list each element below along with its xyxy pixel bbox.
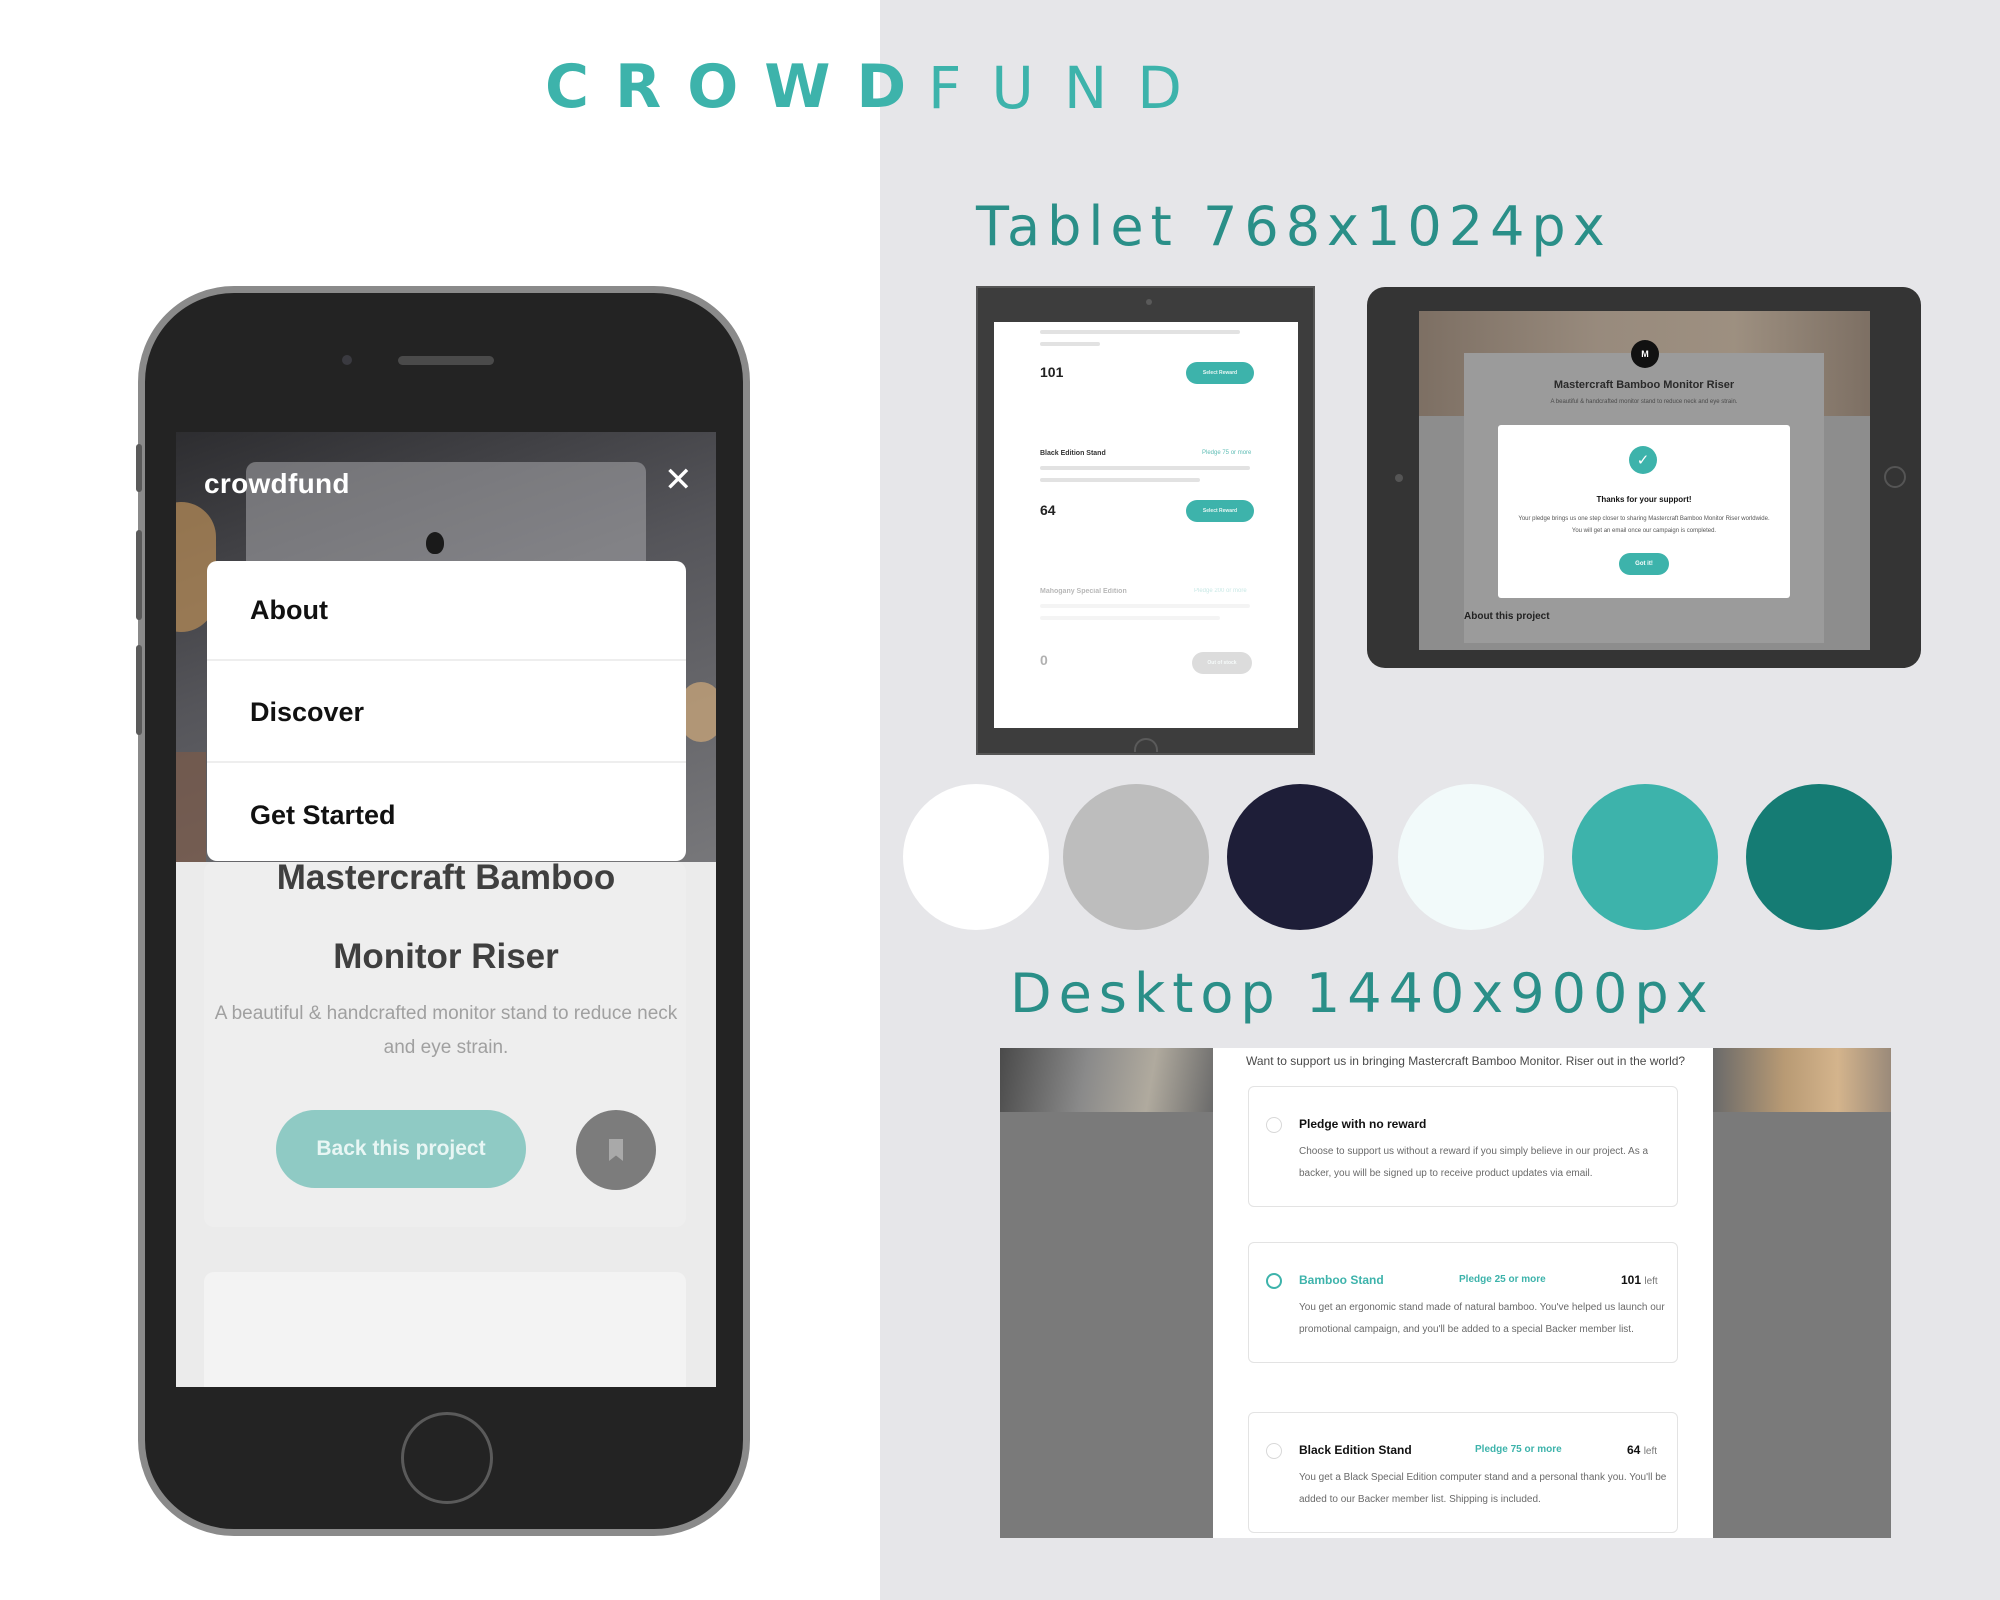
reward-pledge: Pledge 200 or more [1194,588,1247,594]
pledge-card-no-reward[interactable]: Pledge with no reward Choose to support … [1248,1086,1678,1207]
hero-books [176,752,206,862]
pledge-description: You get a Black Special Edition computer… [1299,1472,1667,1505]
reward-name: Black Edition Stand [1040,450,1106,457]
product-subtitle: A beautiful & handcrafted monitor stand … [1550,399,1738,405]
pledge-title: Bamboo Stand [1299,1273,1384,1287]
phone-home-button [401,1412,493,1504]
text-line [1040,616,1220,620]
reward-name: Mahogany Special Edition [1040,588,1127,595]
text-line [1040,342,1100,346]
product-title-line2: Monitor Riser [333,937,559,976]
reward-left-count: 101 [1040,364,1064,380]
pledge-amount: Pledge 75 or more [1475,1444,1562,1455]
bookmark-icon [609,1139,623,1161]
back-project-button[interactable]: Back this project [276,1110,526,1188]
color-swatch [1398,784,1544,930]
check-icon: ✓ [1629,446,1657,474]
hero-image-left [1000,1048,1213,1112]
success-modal: ✓ Thanks for your support! Your pledge b… [1498,425,1790,598]
pledge-amount: Pledge 25 or more [1459,1274,1546,1285]
menu-item-get-started[interactable]: Get Started [207,765,686,861]
reward-left-count: 64 [1040,502,1056,518]
text-line [1040,604,1250,608]
stats-card [204,1272,686,1387]
desktop-section-title: Desktop 1440x900px [1010,962,1715,1025]
hero-image-right [1713,1048,1891,1112]
tablet-home-button [1884,466,1906,488]
brand-logo-icon: M [1631,340,1659,368]
text-line [1040,330,1240,334]
pledge-modal: Want to support us in bringing Mastercra… [1213,1048,1713,1538]
got-it-button[interactable]: Got it! [1619,553,1669,575]
pledge-radio[interactable] [1266,1443,1282,1459]
pledge-card-black-edition[interactable]: Black Edition Stand Pledge 75 or more 64… [1248,1412,1678,1533]
phone-side-button [136,645,142,735]
color-swatch [1746,784,1892,930]
tablet-section-title: Tablet 768x1024px [976,195,1612,258]
modal-thanks: Thanks for your support! [1596,495,1692,504]
desktop-screenshot: Want to support us in bringing Mastercra… [1000,1048,1891,1538]
reward-pledge: Pledge 75 or more [1202,450,1252,456]
pledge-description: Choose to support us without a reward if… [1299,1146,1649,1179]
pledge-description: You get an ergonomic stand made of natur… [1299,1302,1665,1335]
color-swatch [903,784,1049,930]
hero-wood-object [681,682,716,742]
title-fund: FUND [928,54,1212,122]
pledge-radio[interactable] [1266,1273,1282,1289]
about-heading: About this project [1464,611,1550,622]
tablet-portrait-screen: 101 Select Reward Black Edition Stand Pl… [994,322,1298,728]
color-swatch [1227,784,1373,930]
left-count-number: 101 [1621,1273,1642,1287]
select-reward-button[interactable]: Select Reward [1186,362,1254,384]
menu-item-discover[interactable]: Discover [207,663,686,763]
left-label: left [1643,1446,1658,1457]
phone-side-button [136,530,142,620]
product-subtitle: A beautiful & handcrafted monitor stand … [214,1003,678,1058]
bookmark-button[interactable] [576,1110,656,1190]
pledge-question: Want to support us in bringing Mastercra… [1246,1054,1686,1068]
pledge-radio[interactable] [1266,1117,1282,1133]
mobile-screen: crowdfund ✕ Mastercraft Bamboo Monitor R… [176,432,716,1387]
pledge-left-count: 64 left [1627,1443,1657,1457]
brand-logo[interactable]: crowdfund [204,468,350,500]
phone-speaker [398,356,494,365]
modal-body: Your pledge brings us one step closer to… [1518,516,1770,534]
phone-camera [342,355,352,365]
text-line [1040,466,1250,470]
pledge-card-bamboo[interactable]: Bamboo Stand Pledge 25 or more 101 left … [1248,1242,1678,1363]
menu-item-about[interactable]: About [207,561,686,661]
out-of-stock-button: Out of stock [1192,652,1252,674]
left-label: left [1644,1276,1658,1287]
text-line [1040,478,1200,482]
pledge-left-count: 101 left [1621,1273,1658,1287]
apple-logo-icon [426,532,444,554]
reward-left-count: 0 [1040,652,1048,668]
select-reward-button[interactable]: Select Reward [1186,500,1254,522]
close-icon[interactable]: ✕ [664,460,693,500]
color-swatch [1572,784,1718,930]
pledge-title: Black Edition Stand [1299,1443,1412,1457]
color-swatch [1063,784,1209,930]
product-title: Mastercraft Bamboo Monitor Riser [1553,379,1735,391]
product-title-line1: Mastercraft Bamboo [276,858,616,897]
left-count-number: 64 [1627,1443,1641,1457]
tablet-camera [1146,299,1152,305]
pledge-title: Pledge with no reward [1299,1117,1427,1131]
tablet-camera [1395,474,1403,482]
phone-side-button [136,444,142,492]
title-crowd: CROWD [545,52,933,122]
mobile-nav-menu: About Discover Get Started [207,561,686,861]
